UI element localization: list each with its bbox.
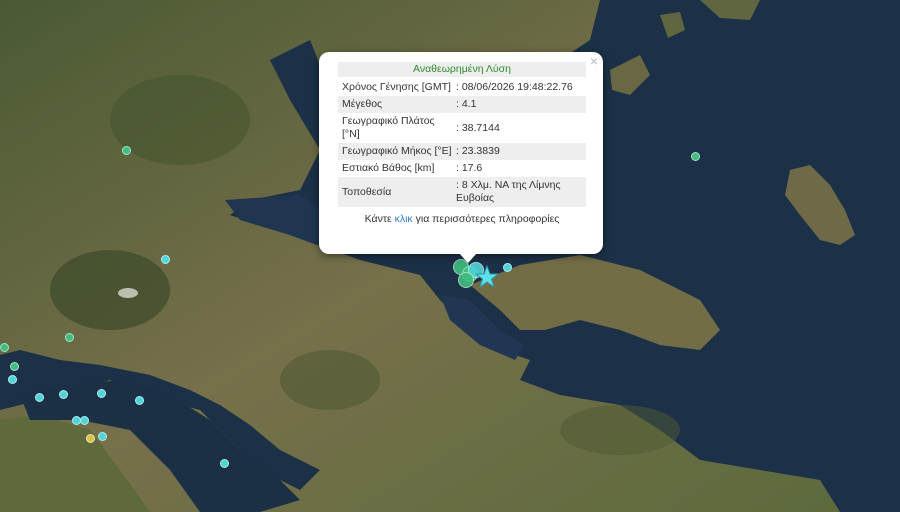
table-row: Γεωγραφικό Μήκος [°E] : 23.3839 [338, 143, 586, 160]
event-details-table: Χρόνος Γένησης [GMT] : 08/06/2026 19:48:… [338, 79, 586, 207]
origin-time-label: Χρόνος Γένησης [GMT] [338, 79, 454, 96]
more-info-prefix: Κάντε [364, 213, 395, 225]
quake-marker[interactable] [80, 416, 89, 425]
more-info-link[interactable]: κλικ [395, 213, 413, 225]
quake-marker[interactable] [122, 146, 131, 155]
quake-marker[interactable] [135, 396, 144, 405]
quake-marker[interactable] [59, 390, 68, 399]
quake-marker[interactable] [503, 263, 512, 272]
mountain-shade-1 [50, 250, 170, 330]
quake-marker[interactable] [10, 362, 19, 371]
more-info-suffix: για περισσότερες πληροφορίες [412, 213, 560, 225]
quake-marker[interactable] [65, 333, 74, 342]
close-icon[interactable]: × [590, 54, 598, 68]
mountain-shade-3 [280, 350, 380, 410]
quake-marker[interactable] [0, 343, 9, 352]
popup-tip [459, 253, 477, 263]
latitude-value: : 38.7144 [454, 113, 586, 143]
location-value: : 8 Χλμ. ΝΑ της Λίμνης Ευβοίας [454, 177, 586, 207]
seismic-map[interactable]: × Αναθεωρημένη Λύση Χρόνος Γένησης [GMT]… [0, 0, 900, 512]
more-info-line: Κάντε κλικ για περισσότερες πληροφορίες [338, 213, 586, 225]
latitude-label: Γεωγραφικό Πλάτος [°N] [338, 113, 454, 143]
quake-marker-cluster[interactable] [458, 272, 474, 288]
quake-marker[interactable] [220, 459, 229, 468]
quake-marker[interactable] [691, 152, 700, 161]
longitude-label: Γεωγραφικό Μήκος [°E] [338, 143, 454, 160]
quake-marker[interactable] [35, 393, 44, 402]
quake-marker[interactable] [8, 375, 17, 384]
table-row: Χρόνος Γένησης [GMT] : 08/06/2026 19:48:… [338, 79, 586, 96]
depth-value: : 17.6 [454, 160, 586, 177]
mountain-shade-2 [110, 75, 250, 165]
quake-marker[interactable] [161, 255, 170, 264]
table-row: Μέγεθος : 4.1 [338, 96, 586, 113]
table-row: Τοποθεσία : 8 Χλμ. ΝΑ της Λίμνης Ευβοίας [338, 177, 586, 207]
depth-label: Εστιακό Βάθος [km] [338, 160, 454, 177]
table-row: Γεωγραφικό Πλάτος [°N] : 38.7144 [338, 113, 586, 143]
quake-marker[interactable] [97, 389, 106, 398]
location-label: Τοποθεσία [338, 177, 454, 207]
snow-peak [118, 288, 138, 298]
star-icon[interactable] [475, 265, 499, 289]
quake-marker[interactable] [86, 434, 95, 443]
origin-time-value: : 08/06/2026 19:48:22.76 [454, 79, 586, 96]
magnitude-label: Μέγεθος [338, 96, 454, 113]
mountain-shade-4 [560, 405, 680, 455]
table-row: Εστιακό Βάθος [km] : 17.6 [338, 160, 586, 177]
quake-marker[interactable] [98, 432, 107, 441]
popup-title: Αναθεωρημένη Λύση [338, 62, 586, 77]
magnitude-value: : 4.1 [454, 96, 586, 113]
longitude-value: : 23.3839 [454, 143, 586, 160]
earthquake-popup: × Αναθεωρημένη Λύση Χρόνος Γένησης [GMT]… [319, 52, 603, 254]
